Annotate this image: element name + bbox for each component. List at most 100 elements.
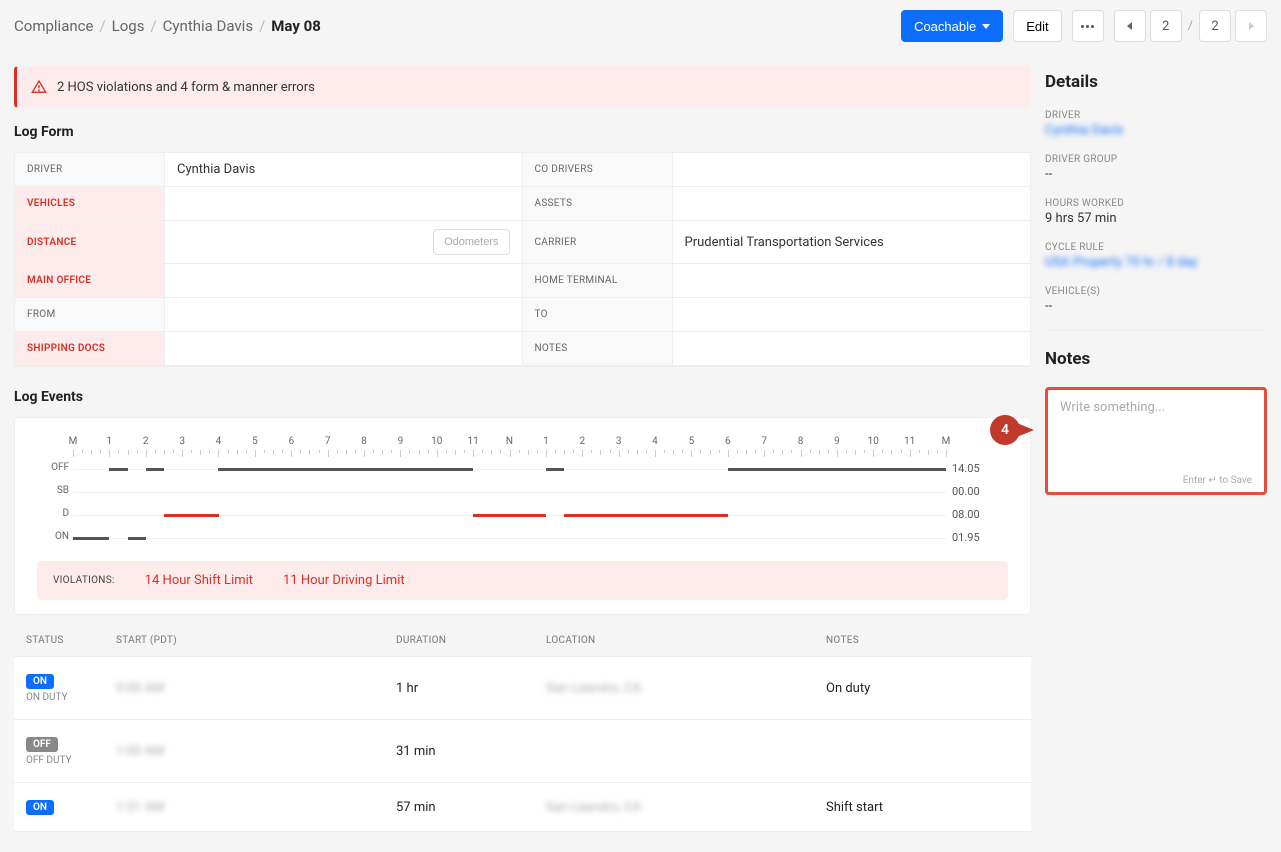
- col-duration: DURATION: [396, 635, 546, 646]
- coachable-button[interactable]: Coachable: [901, 10, 1003, 42]
- form-label: DRIVER: [15, 153, 165, 187]
- status-badge: ON: [26, 800, 54, 815]
- event-duration: 1 hr: [396, 681, 546, 696]
- crumb-logs[interactable]: Logs: [112, 17, 145, 35]
- col-notes: NOTES: [826, 635, 1019, 646]
- notes-input[interactable]: [1060, 400, 1252, 475]
- chevron-right-icon: [1249, 22, 1254, 30]
- log-form-title: Log Form: [14, 124, 1031, 140]
- col-start: START (PDT): [116, 635, 396, 646]
- driver-group-value: --: [1045, 167, 1267, 182]
- top-bar: Compliance/ Logs/ Cynthia Davis/ May 08 …: [0, 0, 1281, 52]
- chart-segment: [128, 537, 146, 540]
- event-notes: Shift start: [826, 800, 1019, 815]
- violations-bar: VIOLATIONS: 14 Hour Shift Limit 11 Hour …: [37, 561, 1008, 600]
- chevron-left-icon: [1127, 22, 1132, 30]
- event-duration: 31 min: [396, 744, 546, 759]
- form-value: [673, 187, 1031, 221]
- driver-link[interactable]: Cynthia Davis: [1045, 123, 1267, 138]
- form-value: [673, 332, 1031, 366]
- form-value: [165, 332, 523, 366]
- event-duration: 57 min: [396, 800, 546, 815]
- chart-row-sb: SB00.00: [73, 481, 946, 504]
- notes-save-hint: Enter ↵ to Save: [1060, 475, 1252, 486]
- crumb-driver[interactable]: Cynthia Davis: [163, 17, 253, 35]
- driver-group-label: DRIVER GROUP: [1045, 154, 1267, 165]
- form-label: CO DRIVERS: [523, 153, 673, 187]
- table-row[interactable]: ONON DUTY0:00 AM1 hrSan Leandro, CAOn du…: [14, 657, 1031, 720]
- cycle-rule-label: CYCLE RULE: [1045, 242, 1267, 253]
- event-location: San Leandro, CA: [546, 800, 826, 815]
- event-notes: On duty: [826, 681, 1019, 696]
- chart-segment: [218, 468, 473, 471]
- edit-button[interactable]: Edit: [1013, 10, 1061, 42]
- pager-total: 2: [1199, 10, 1231, 42]
- form-value: Prudential Transportation Services: [673, 221, 1031, 264]
- pager: 2 / 2: [1114, 10, 1267, 42]
- top-actions: Coachable Edit 2 / 2: [901, 10, 1267, 42]
- form-label: DISTANCE: [15, 221, 165, 264]
- status-chart-card: M1234567891011N1234567891011M OFF14.05SB…: [14, 417, 1031, 615]
- violation-alert: 2 HOS violations and 4 form & manner err…: [14, 66, 1031, 108]
- details-sidebar: Details DRIVER Cynthia Davis DRIVER GROUP…: [1045, 52, 1281, 852]
- event-start: 0:00 AM: [116, 681, 396, 696]
- table-row[interactable]: ON 1:31 AM57 minSan Leandro, CAShift star…: [14, 783, 1031, 832]
- form-label: CARRIER: [523, 221, 673, 264]
- form-label: NOTES: [523, 332, 673, 366]
- form-label: HOME TERMINAL: [523, 264, 673, 298]
- odometers-button[interactable]: Odometers: [433, 229, 509, 255]
- chart-segment: [564, 514, 728, 517]
- status-badge: OFF: [26, 737, 58, 752]
- event-start: 1:31 AM: [116, 800, 396, 815]
- form-value: Cynthia Davis: [165, 153, 523, 187]
- driver-label: DRIVER: [1045, 110, 1267, 121]
- events-header: STATUS START (PDT) DURATION LOCATION NOT…: [14, 621, 1031, 657]
- status-chart: M1234567891011N1234567891011M OFF14.05SB…: [43, 436, 1002, 551]
- more-button[interactable]: [1072, 10, 1104, 42]
- form-value: [673, 153, 1031, 187]
- warning-icon: [31, 79, 47, 95]
- events-table: STATUS START (PDT) DURATION LOCATION NOT…: [14, 621, 1031, 832]
- col-location: LOCATION: [546, 635, 826, 646]
- details-title: Details: [1045, 72, 1267, 92]
- pager-sep: /: [1186, 19, 1195, 34]
- log-events-title: Log Events: [14, 389, 1031, 405]
- chart-row-d: D08.00: [73, 504, 946, 527]
- pager-current: 2: [1150, 10, 1182, 42]
- cycle-rule-link[interactable]: USA Property 70 hr / 8 day: [1045, 255, 1267, 270]
- pager-prev[interactable]: [1114, 10, 1146, 42]
- vehicles-value: --: [1045, 299, 1267, 314]
- form-value: [165, 264, 523, 298]
- chart-segment: [109, 468, 127, 471]
- form-value: [673, 264, 1031, 298]
- meatball-icon: [1081, 25, 1094, 28]
- table-row[interactable]: OFFOFF DUTY1:00 AM31 min: [14, 720, 1031, 783]
- breadcrumb: Compliance/ Logs/ Cynthia Davis/ May 08: [14, 17, 321, 35]
- form-label: SHIPPING DOCS: [15, 332, 165, 366]
- event-location: San Leandro, CA: [546, 681, 826, 696]
- violations-label: VIOLATIONS:: [53, 575, 115, 586]
- violation-link-1[interactable]: 14 Hour Shift Limit: [145, 573, 253, 588]
- notes-box: Enter ↵ to Save: [1045, 387, 1267, 495]
- chart-segment: [164, 514, 219, 517]
- form-value: Odometers: [165, 221, 523, 264]
- crumb-compliance[interactable]: Compliance: [14, 17, 93, 35]
- form-value: [165, 187, 523, 221]
- chart-segment: [546, 468, 564, 471]
- pager-next[interactable]: [1235, 10, 1267, 42]
- chevron-down-icon: [982, 24, 990, 29]
- chart-segment: [73, 537, 109, 540]
- chart-row-off: OFF14.05: [73, 458, 946, 481]
- callout-marker: 4: [990, 415, 1038, 445]
- form-label: ASSETS: [523, 187, 673, 221]
- status-badge: ON: [26, 674, 54, 689]
- main-content: 2 HOS violations and 4 form & manner err…: [0, 52, 1045, 852]
- chart-segment: [146, 468, 164, 471]
- log-form-grid: DRIVERCynthia DavisCO DRIVERS VEHICLES ASS…: [14, 152, 1031, 367]
- vehicles-label: VEHICLE(S): [1045, 286, 1267, 297]
- form-label: TO: [523, 298, 673, 332]
- chart-segment: [728, 468, 946, 471]
- violation-link-2[interactable]: 11 Hour Driving Limit: [283, 573, 405, 588]
- form-label: VEHICLES: [15, 187, 165, 221]
- form-value: [673, 298, 1031, 332]
